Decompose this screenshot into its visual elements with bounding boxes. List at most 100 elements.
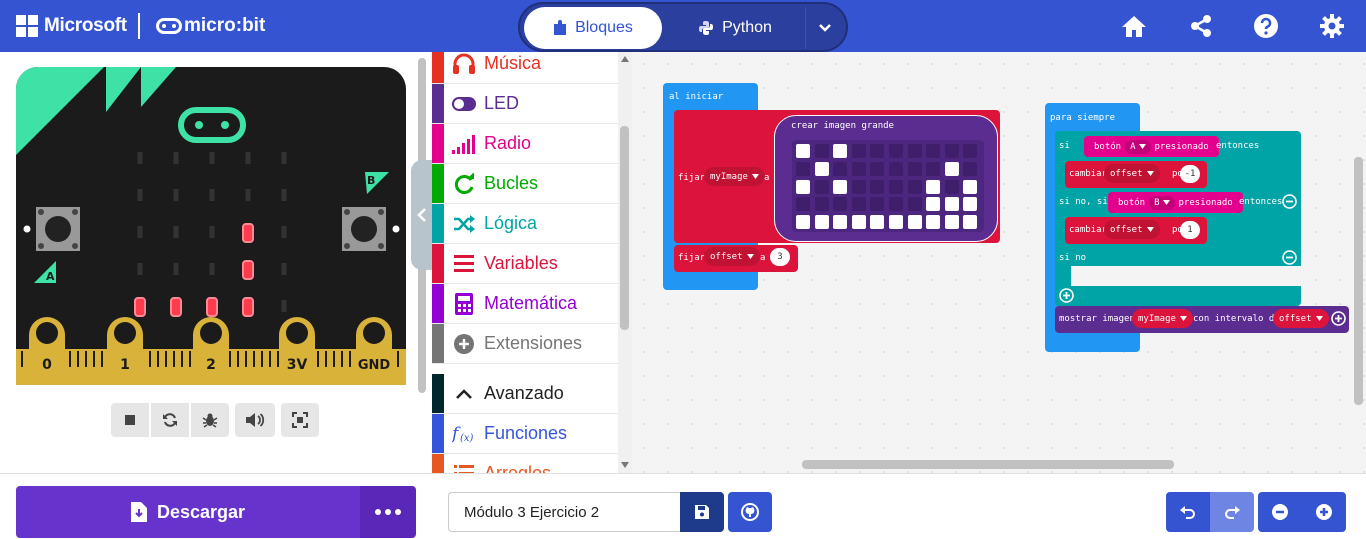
image-cell[interactable] xyxy=(870,215,885,230)
image-cell[interactable] xyxy=(870,179,885,194)
number-input[interactable]: 1 xyxy=(1180,221,1200,239)
image-cell[interactable] xyxy=(814,197,829,212)
image-cell[interactable] xyxy=(833,161,848,176)
download-button[interactable]: Descargar xyxy=(16,486,360,538)
restart-button[interactable] xyxy=(151,403,189,437)
toolbox-scrollbar[interactable] xyxy=(620,126,629,330)
image-cell[interactable] xyxy=(944,215,959,230)
remove-branch-icon[interactable] xyxy=(1282,194,1297,209)
button-dropdown[interactable]: B xyxy=(1149,195,1175,210)
category-logic[interactable]: Lógica xyxy=(432,204,618,244)
image-cell[interactable] xyxy=(833,179,848,194)
number-input[interactable]: 3 xyxy=(770,248,790,266)
image-cell[interactable] xyxy=(870,197,885,212)
add-branch-icon[interactable] xyxy=(1059,288,1074,303)
number-input[interactable]: -1 xyxy=(1180,165,1200,183)
variable-dropdown[interactable]: offset xyxy=(1104,164,1160,183)
image-cell[interactable] xyxy=(926,179,941,194)
image-cell[interactable] xyxy=(926,215,941,230)
language-dropdown[interactable] xyxy=(805,7,843,49)
image-cell[interactable] xyxy=(889,179,903,194)
image-cell[interactable] xyxy=(963,161,978,176)
category-math[interactable]: Matemática xyxy=(432,284,618,324)
image-cell[interactable] xyxy=(963,197,978,212)
image-cell[interactable] xyxy=(851,144,866,158)
variable-dropdown[interactable]: myImage xyxy=(704,167,765,186)
image-cell[interactable] xyxy=(944,197,959,212)
button-pressed-block[interactable]: botón A presionado xyxy=(1084,136,1219,157)
image-cell[interactable] xyxy=(796,161,810,176)
share-button[interactable] xyxy=(1187,12,1215,40)
debug-button[interactable] xyxy=(191,403,229,437)
mute-button[interactable] xyxy=(235,403,275,437)
category-music[interactable]: Música xyxy=(432,52,618,84)
variable-dropdown[interactable]: offset xyxy=(704,247,760,266)
save-button[interactable] xyxy=(680,492,724,532)
image-cell[interactable] xyxy=(851,197,866,212)
image-cell[interactable] xyxy=(870,161,885,176)
blocks-workspace[interactable]: al iniciar fijar myImage a crear imagen … xyxy=(632,52,1366,473)
zoom-in-button[interactable] xyxy=(1302,492,1346,532)
image-cell[interactable] xyxy=(926,197,941,212)
image-grid-editor[interactable] xyxy=(792,140,984,232)
button-dropdown[interactable]: A xyxy=(1125,139,1151,154)
image-cell[interactable] xyxy=(963,179,978,194)
image-cell[interactable] xyxy=(926,161,941,176)
home-button[interactable] xyxy=(1120,12,1148,40)
image-cell[interactable] xyxy=(907,179,922,194)
image-cell[interactable] xyxy=(796,197,810,212)
image-cell[interactable] xyxy=(870,144,885,158)
project-name-input[interactable] xyxy=(448,492,680,532)
fullscreen-button[interactable] xyxy=(281,403,319,437)
image-cell[interactable] xyxy=(851,215,866,230)
button-b[interactable] xyxy=(342,207,386,251)
image-cell[interactable] xyxy=(926,144,941,158)
button-pressed-block[interactable]: botón B presionado xyxy=(1108,192,1243,213)
button-a[interactable] xyxy=(36,207,80,251)
image-cell[interactable] xyxy=(889,215,903,230)
image-cell[interactable] xyxy=(944,144,959,158)
settings-button[interactable] xyxy=(1318,12,1346,40)
more-options-button[interactable] xyxy=(360,486,416,538)
github-button[interactable] xyxy=(728,492,772,532)
scroll-down-arrow-icon[interactable] xyxy=(621,462,629,468)
image-cell[interactable] xyxy=(944,161,959,176)
image-cell[interactable] xyxy=(907,215,922,230)
redo-button[interactable] xyxy=(1210,492,1254,532)
image-cell[interactable] xyxy=(907,197,922,212)
image-cell[interactable] xyxy=(889,197,903,212)
variable-dropdown[interactable]: offset xyxy=(1104,220,1160,239)
image-cell[interactable] xyxy=(944,179,959,194)
workspace-vertical-scrollbar[interactable] xyxy=(1354,157,1363,405)
image-cell[interactable] xyxy=(814,179,829,194)
zoom-out-button[interactable] xyxy=(1258,492,1302,532)
microbit-brand[interactable]: micro:bit xyxy=(184,15,265,37)
category-loops[interactable]: Bucles xyxy=(432,164,618,204)
category-radio[interactable]: Radio xyxy=(432,124,618,164)
collapse-simulator-button[interactable] xyxy=(411,160,433,270)
image-cell[interactable] xyxy=(814,144,829,158)
variable-dropdown[interactable]: offset xyxy=(1273,309,1329,328)
tab-blocks[interactable]: Bloques xyxy=(524,7,662,49)
category-advanced[interactable]: Avanzado xyxy=(432,374,618,414)
image-cell[interactable] xyxy=(907,161,922,176)
add-parameter-icon[interactable] xyxy=(1331,311,1346,326)
category-functions[interactable]: f (x) Funciones xyxy=(432,414,618,454)
image-cell[interactable] xyxy=(851,179,866,194)
image-cell[interactable] xyxy=(814,161,829,176)
image-cell[interactable] xyxy=(889,144,903,158)
stop-button[interactable] xyxy=(111,403,149,437)
help-button[interactable] xyxy=(1252,12,1280,40)
image-cell[interactable] xyxy=(851,161,866,176)
workspace-horizontal-scrollbar[interactable] xyxy=(802,460,1174,469)
microsoft-brand[interactable]: Microsoft xyxy=(44,15,127,37)
image-cell[interactable] xyxy=(814,215,829,230)
image-cell[interactable] xyxy=(889,161,903,176)
image-cell[interactable] xyxy=(907,144,922,158)
image-cell[interactable] xyxy=(963,144,978,158)
category-variables[interactable]: Variables xyxy=(432,244,618,284)
category-extensions[interactable]: Extensiones xyxy=(432,324,618,364)
tab-python[interactable]: Python xyxy=(670,7,800,49)
image-cell[interactable] xyxy=(796,215,810,230)
image-cell[interactable] xyxy=(963,215,978,230)
